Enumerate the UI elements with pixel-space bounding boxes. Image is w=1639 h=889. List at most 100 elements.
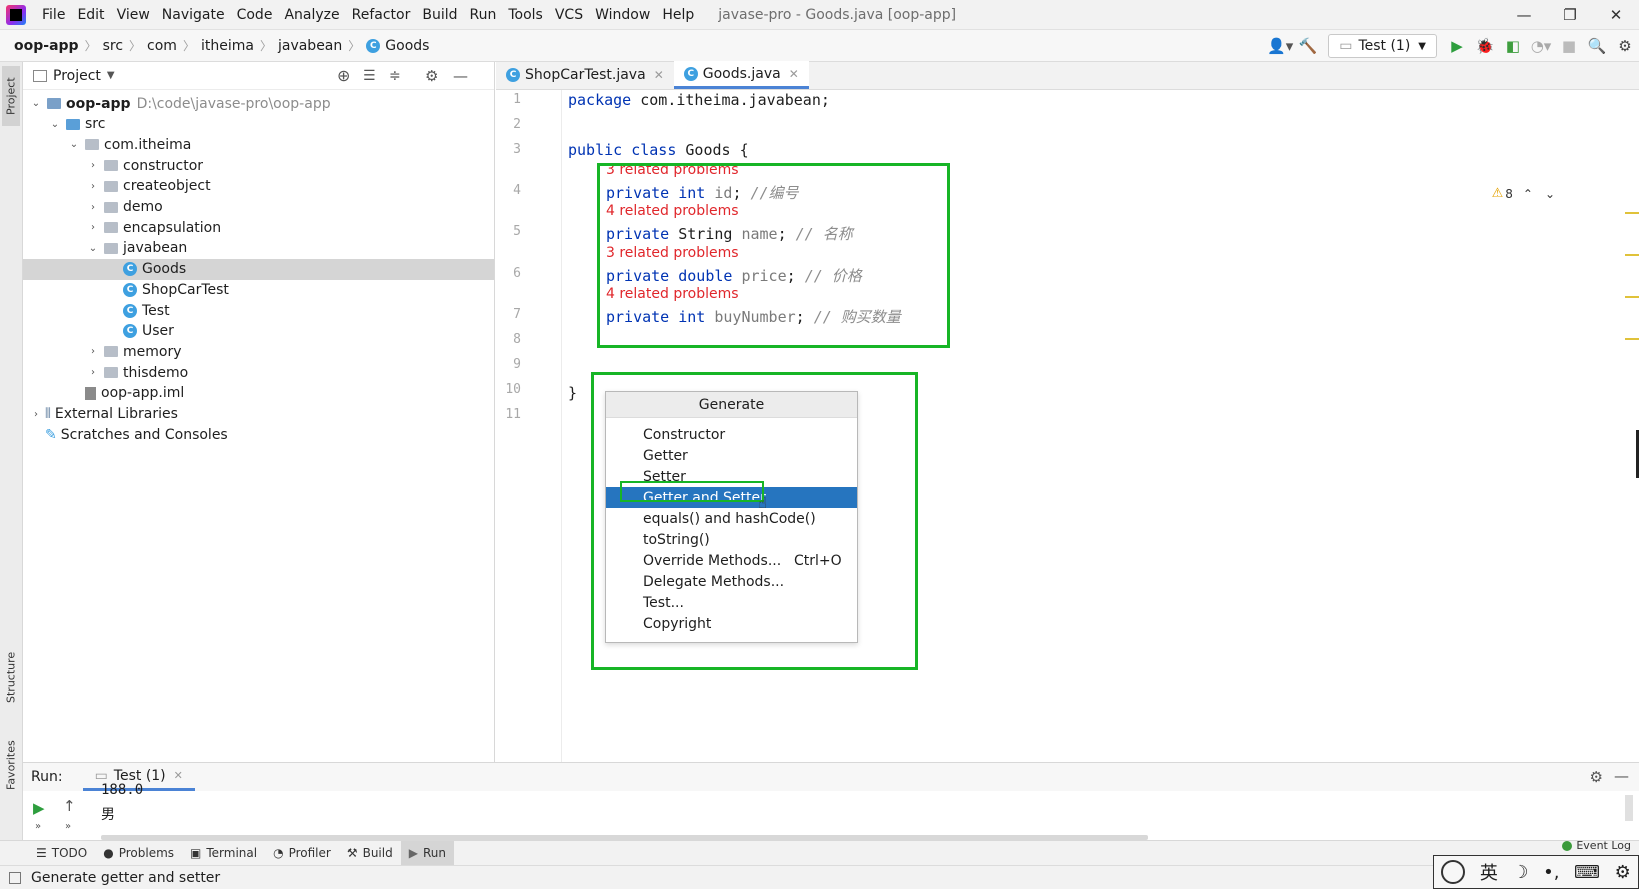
menu-file[interactable]: File: [36, 7, 71, 23]
tree-item-shopcartest[interactable]: C ShopCarTest: [23, 279, 494, 300]
debug-icon[interactable]: 🐞: [1471, 32, 1499, 60]
chevron-down-icon[interactable]: ▼: [107, 70, 115, 81]
warning-stripe-mark[interactable]: [1625, 254, 1639, 256]
todo-tool-button[interactable]: ☰ TODO: [28, 841, 95, 866]
status-toggle-icon[interactable]: [9, 871, 21, 884]
run-panel-gear-icon[interactable]: ⚙: [1590, 768, 1603, 786]
menu-edit[interactable]: Edit: [71, 7, 110, 23]
hide-panel-icon[interactable]: —: [1614, 767, 1629, 785]
tree-item-src[interactable]: ⌄ src: [23, 114, 494, 135]
project-tool-tab[interactable]: Project: [2, 66, 20, 126]
breadcrumb-goods[interactable]: C Goods: [362, 38, 433, 54]
minimize-button[interactable]: —: [1501, 0, 1547, 30]
chevron-right-icon[interactable]: ›: [86, 160, 100, 171]
close-icon[interactable]: ✕: [654, 68, 664, 82]
chevron-right-icon[interactable]: ›: [29, 409, 43, 420]
search-icon[interactable]: 🔍: [1583, 32, 1611, 60]
tree-item-memory[interactable]: › memory: [23, 341, 494, 362]
breadcrumb-com[interactable]: com: [143, 38, 181, 54]
tab-shopcartest[interactable]: C ShopCarTest.java ✕: [496, 61, 674, 89]
menu-refactor[interactable]: Refactor: [346, 7, 417, 23]
warning-stripe-mark[interactable]: [1625, 338, 1639, 340]
tree-item-user[interactable]: C User: [23, 321, 494, 342]
tree-item-goods[interactable]: C Goods: [23, 258, 494, 280]
close-icon[interactable]: ✕: [174, 769, 183, 782]
menu-help[interactable]: Help: [656, 7, 700, 23]
tree-item-scratches-and-consoles[interactable]: ✎ Scratches and Consoles: [23, 424, 494, 445]
build-hammer-icon[interactable]: 🔨: [1294, 32, 1322, 60]
collapse-all-icon[interactable]: ≑: [389, 68, 401, 84]
structure-tool-tab[interactable]: Structure: [2, 642, 20, 712]
menu-view[interactable]: View: [111, 7, 156, 23]
run-configuration-select[interactable]: ▭ Test (1) ▼: [1328, 34, 1437, 58]
tree-item-external-libraries[interactable]: › ⫴ External Libraries: [23, 404, 494, 425]
chevron-down-icon[interactable]: ⌄: [1545, 187, 1555, 201]
warning-stripe-mark[interactable]: [1625, 212, 1639, 214]
vertical-scrollbar[interactable]: [1625, 795, 1633, 821]
chevron-right-icon[interactable]: ›: [86, 222, 100, 233]
tree-item-com-itheima[interactable]: ⌄ com.itheima: [23, 134, 494, 155]
run-tool-button[interactable]: ▶ Run: [400, 840, 454, 866]
chevron-down-icon[interactable]: ⌄: [29, 98, 43, 109]
favorites-tool-tab[interactable]: Favorites: [2, 730, 20, 800]
more-icon[interactable]: »: [35, 821, 41, 832]
problems-tool-button[interactable]: ● Problems: [95, 841, 182, 866]
close-window-button[interactable]: ✕: [1593, 0, 1639, 30]
scroll-up-icon[interactable]: ↑: [63, 797, 76, 815]
generate-tostring[interactable]: toString(): [606, 529, 857, 550]
ime-language[interactable]: 英: [1480, 859, 1498, 885]
tree-item-createobject[interactable]: › createobject: [23, 176, 494, 197]
tree-item-javabean[interactable]: ⌄ javabean: [23, 238, 494, 259]
expand-all-icon[interactable]: ☰: [363, 68, 376, 84]
generate-copyright[interactable]: Copyright: [606, 613, 857, 634]
menu-vcs[interactable]: VCS: [549, 7, 589, 23]
hide-panel-icon[interactable]: —: [453, 67, 468, 85]
breadcrumb-itheima[interactable]: itheima: [197, 38, 258, 54]
settings-gear-icon[interactable]: ⚙: [1611, 32, 1639, 60]
menu-build[interactable]: Build: [416, 7, 463, 23]
ime-gear-icon[interactable]: ⚙: [1615, 862, 1631, 883]
restore-button[interactable]: ❐: [1547, 0, 1593, 30]
rerun-icon[interactable]: ▶: [33, 799, 45, 817]
breadcrumb-oop-app[interactable]: oop-app: [10, 38, 83, 54]
coverage-icon[interactable]: ◧: [1499, 32, 1527, 60]
more-icon[interactable]: »: [65, 821, 71, 832]
menu-analyze[interactable]: Analyze: [278, 7, 345, 23]
run-icon[interactable]: ▶: [1443, 32, 1471, 60]
breadcrumb-javabean[interactable]: javabean: [274, 38, 346, 54]
terminal-tool-button[interactable]: ▣ Terminal: [182, 841, 265, 866]
stop-icon[interactable]: ■: [1555, 32, 1583, 60]
locate-icon[interactable]: ⊕: [337, 66, 350, 85]
generate-override-methods[interactable]: Override Methods... Ctrl+O: [606, 550, 857, 571]
chevron-right-icon[interactable]: ›: [86, 367, 100, 378]
tree-item-test[interactable]: C Test: [23, 300, 494, 321]
tree-item-encapsulation[interactable]: › encapsulation: [23, 217, 494, 238]
project-view-select[interactable]: Project: [53, 68, 101, 84]
breadcrumb-src[interactable]: src: [99, 38, 127, 54]
close-icon[interactable]: ✕: [789, 67, 799, 81]
generate-constructor[interactable]: Constructor: [606, 424, 857, 445]
ime-keyboard-icon[interactable]: ⌨: [1574, 862, 1600, 883]
warning-stripe-mark[interactable]: [1625, 296, 1639, 298]
chevron-right-icon[interactable]: ›: [86, 202, 100, 213]
tree-item-constructor[interactable]: › constructor: [23, 155, 494, 176]
build-tool-button[interactable]: ⚒ Build: [339, 841, 401, 866]
chevron-up-icon[interactable]: ⌃: [1523, 187, 1533, 201]
chevron-right-icon[interactable]: ›: [86, 346, 100, 357]
tab-goods[interactable]: C Goods.java ✕: [673, 61, 809, 89]
user-icon[interactable]: 👤▾: [1266, 32, 1294, 60]
inspection-widget[interactable]: ⚠ 8 ⌃ ⌄: [1492, 186, 1555, 201]
generate-getter[interactable]: Getter: [606, 445, 857, 466]
chevron-down-icon[interactable]: ⌄: [48, 119, 62, 130]
generate-equals-hashcode[interactable]: equals() and hashCode(): [606, 508, 857, 529]
menu-tools[interactable]: Tools: [502, 7, 549, 23]
generate-test[interactable]: Test...: [606, 592, 857, 613]
tree-item-demo[interactable]: › demo: [23, 197, 494, 218]
menu-run[interactable]: Run: [464, 7, 503, 23]
tree-item-oop-app-iml[interactable]: oop-app.iml: [23, 383, 494, 404]
menu-code[interactable]: Code: [231, 7, 279, 23]
menu-window[interactable]: Window: [589, 7, 656, 23]
profile-icon[interactable]: ◔▾: [1527, 32, 1555, 60]
tree-item-oop-app[interactable]: ⌄ oop-app D:\code\javase-pro\oop-app: [23, 93, 494, 114]
ime-punctuation-icon[interactable]: •,: [1543, 862, 1559, 883]
